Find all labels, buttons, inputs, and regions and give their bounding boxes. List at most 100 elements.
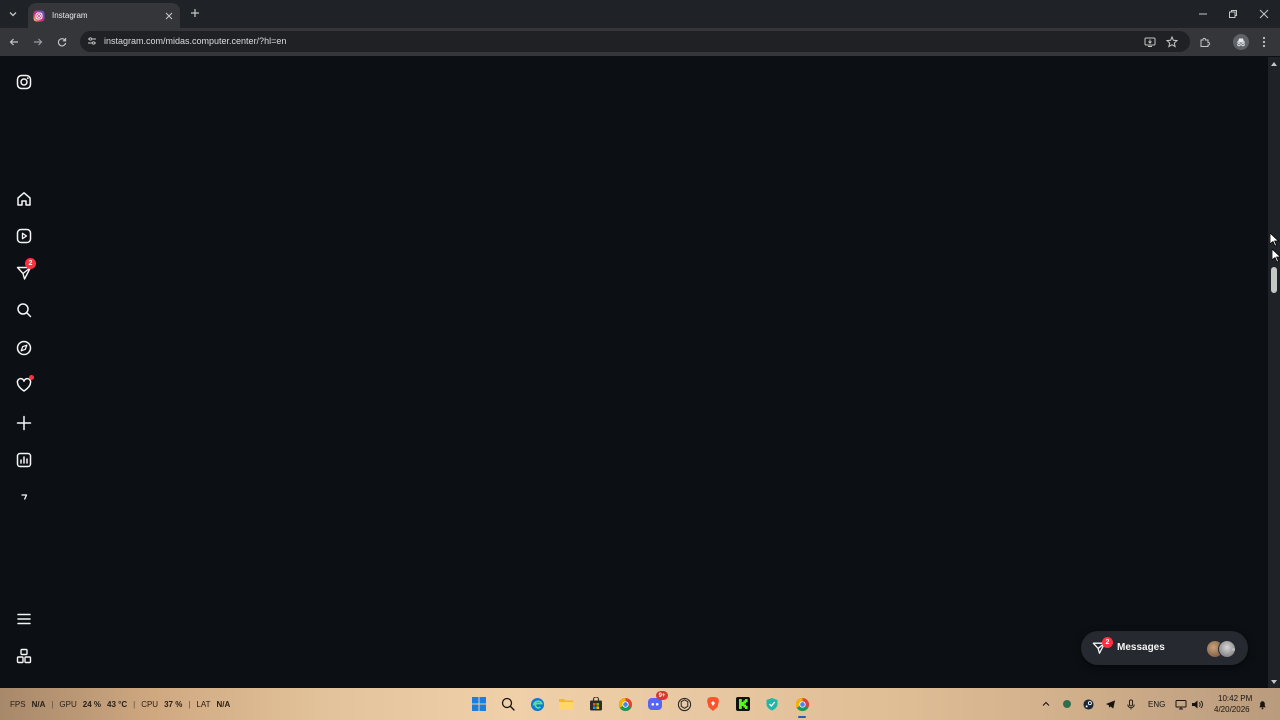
scroll-down-arrow-icon[interactable] (1270, 678, 1278, 686)
menu-icon (17, 613, 31, 625)
page-scrollbar[interactable] (1268, 57, 1280, 688)
close-window-button[interactable] (1255, 5, 1273, 23)
taskbar-brave[interactable] (704, 695, 722, 713)
sidebar-item-explore[interactable] (12, 336, 36, 360)
network-icon[interactable] (1175, 698, 1187, 710)
scroll-up-arrow-icon[interactable] (1270, 60, 1278, 68)
mouse-cursor-icon (1270, 233, 1280, 247)
folder-icon (559, 699, 573, 710)
minimize-icon (1199, 13, 1207, 15)
vpn-shield-icon (766, 698, 778, 711)
back-button[interactable] (6, 34, 22, 50)
instagram-page: 2 (0, 57, 1268, 688)
tab-strip: Instagram (0, 0, 1280, 28)
new-tab-button[interactable] (188, 6, 202, 20)
search-icon (501, 697, 515, 711)
notification-dot (29, 375, 34, 380)
divider: | (188, 700, 191, 709)
plus-icon (191, 9, 199, 17)
taskbar-file-explorer[interactable] (557, 695, 575, 713)
messages-badge: 2 (25, 258, 36, 269)
close-icon (165, 12, 173, 19)
tab-search-button[interactable] (4, 5, 22, 23)
language-indicator[interactable]: ENG (1148, 700, 1165, 709)
chevron-down-icon (9, 12, 17, 17)
gpu-temp: 43 °C (107, 700, 128, 709)
taskbar-edge[interactable] (528, 695, 546, 713)
fps-value: N/A (31, 700, 46, 709)
sidebar-item-notifications[interactable] (12, 373, 36, 397)
messages-pill-badge: 2 (1102, 637, 1113, 648)
mouse-cursor-icon (1272, 249, 1280, 263)
tab-close-button[interactable] (162, 9, 176, 23)
search-icon (17, 303, 32, 318)
divider: | (51, 700, 54, 709)
notification-bell-icon[interactable] (1256, 698, 1268, 710)
performance-overlay: FPS N/A | GPU 24 % 43 °C | CPU 37 % | LA… (10, 700, 230, 709)
compass-icon (16, 340, 32, 356)
scrollbar-thumb[interactable] (1271, 267, 1277, 293)
threads-icon (21, 494, 28, 500)
profile-avatar[interactable] (1233, 34, 1249, 50)
lat-label: LAT (196, 700, 211, 709)
tray-app-icon[interactable] (1061, 698, 1073, 710)
forward-button[interactable] (30, 34, 46, 50)
arrow-left-icon (9, 38, 18, 46)
sidebar-item-reels[interactable] (12, 224, 36, 248)
sidebar-item-create[interactable] (12, 411, 36, 435)
extensions-button[interactable] (1197, 34, 1213, 50)
telegram-icon[interactable] (1104, 698, 1116, 710)
messages-floating-button[interactable]: 2 Messages (1081, 631, 1248, 665)
chart-icon (16, 452, 32, 468)
chevron-up-icon[interactable] (1040, 698, 1052, 710)
sidebar-item-search[interactable] (12, 298, 36, 322)
taskbar-kick[interactable] (734, 695, 752, 713)
sidebar-item-more[interactable] (12, 607, 36, 631)
sidebar-item-threads[interactable] (12, 485, 36, 509)
clock-date[interactable]: 4/20/2026 (1214, 705, 1250, 714)
gpu-label: GPU (59, 700, 77, 709)
taskbar-vpn[interactable] (763, 695, 781, 713)
edge-icon (530, 697, 544, 711)
reload-icon (57, 38, 67, 47)
gpu-value: 24 % (82, 700, 101, 709)
fps-label: FPS (10, 700, 26, 709)
arrow-right-icon (34, 38, 43, 46)
more-vertical-icon (1262, 36, 1266, 48)
chrome-icon (795, 697, 809, 711)
start-button[interactable] (470, 695, 488, 713)
reload-button[interactable] (54, 34, 70, 50)
clock-time[interactable]: 10:42 PM (1218, 694, 1252, 703)
address-bar[interactable]: instagram.com/midas.computer.center/?hl=… (80, 31, 1190, 52)
volume-icon[interactable] (1191, 698, 1203, 710)
sidebar-item-home[interactable] (12, 187, 36, 211)
taskbar-chrome-profile[interactable] (793, 695, 811, 718)
sidebar-item-dashboard[interactable] (12, 448, 36, 472)
sidebar-item-also-from-meta[interactable] (12, 644, 36, 668)
taskbar-discord[interactable]: 9+ (646, 691, 668, 713)
site-info-icon[interactable] (86, 35, 98, 47)
browser-tab[interactable]: Instagram (28, 3, 180, 28)
steam-icon[interactable] (1082, 698, 1094, 710)
sidebar-item-messages[interactable]: 2 (12, 258, 36, 285)
minimize-button[interactable] (1194, 5, 1212, 23)
taskbar-search-button[interactable] (499, 695, 517, 713)
microphone-icon[interactable] (1125, 698, 1137, 710)
restore-button[interactable] (1224, 5, 1242, 23)
cpu-value: 37 % (164, 700, 183, 709)
taskbar-chrome[interactable] (616, 695, 634, 713)
install-app-icon[interactable] (1142, 34, 1158, 50)
chrome-menu-button[interactable] (1256, 34, 1272, 50)
taskbar-chatgpt[interactable] (675, 695, 693, 713)
bookmark-star-icon[interactable] (1164, 34, 1180, 50)
plus-icon (16, 415, 32, 431)
lat-value: N/A (216, 700, 231, 709)
divider: | (133, 700, 136, 709)
instagram-logo-link[interactable] (12, 70, 36, 94)
more-avatars-dot (1232, 648, 1235, 651)
url-text: instagram.com/midas.computer.center/?hl=… (104, 36, 287, 46)
kick-icon (736, 697, 750, 711)
brave-icon (707, 697, 719, 711)
taskbar-microsoft-store[interactable] (587, 695, 605, 713)
reels-icon (16, 228, 32, 244)
